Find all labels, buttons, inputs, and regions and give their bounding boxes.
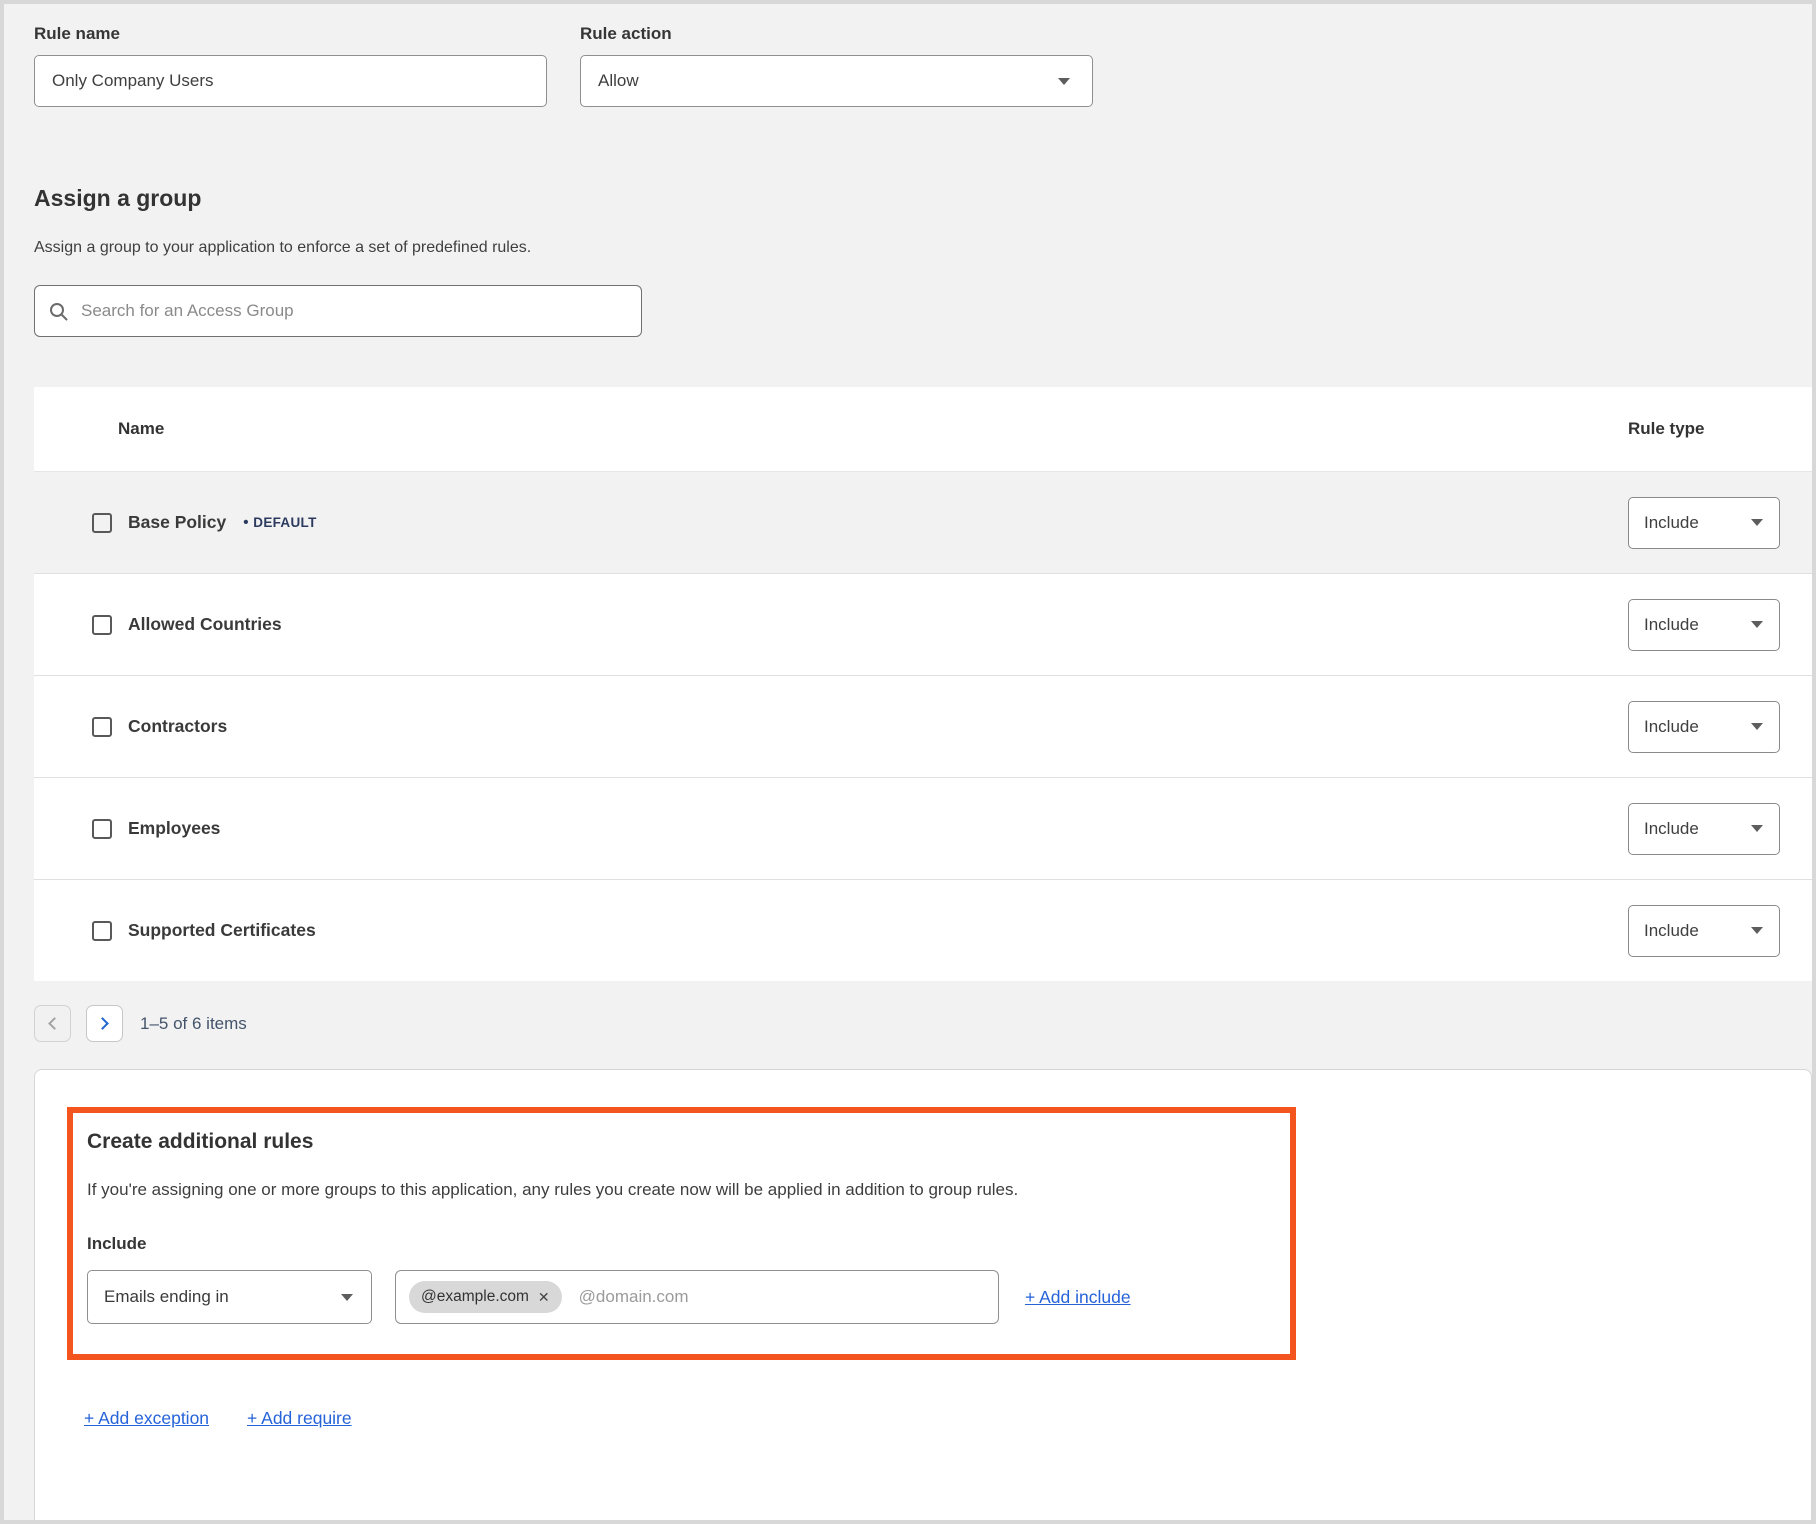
include-rule-controls: Emails ending in @example.com ✕ @domain.… bbox=[87, 1270, 1260, 1324]
chevron-right-icon bbox=[96, 1017, 109, 1030]
rule-type-select[interactable]: Include bbox=[1628, 803, 1780, 855]
email-domain-tag-input[interactable]: @example.com ✕ @domain.com bbox=[395, 1270, 999, 1324]
search-input[interactable] bbox=[81, 301, 627, 321]
group-name: Allowed Countries bbox=[128, 614, 282, 635]
table-header: Name Rule type bbox=[34, 387, 1812, 471]
table-row: Supported Certificates Include bbox=[34, 879, 1812, 981]
chip-remove-icon[interactable]: ✕ bbox=[538, 1290, 550, 1304]
assign-group-description: Assign a group to your application to en… bbox=[34, 239, 1812, 257]
rule-type-cell: Include bbox=[1628, 905, 1784, 957]
access-groups-table: Name Rule type Base Policy DEFAULT Inclu… bbox=[34, 387, 1812, 981]
row-label-group: Employees bbox=[34, 818, 1628, 839]
rule-name-label: Rule name bbox=[34, 24, 547, 44]
additional-rules-title: Create additional rules bbox=[87, 1130, 1260, 1154]
tag-input-placeholder: @domain.com bbox=[579, 1287, 689, 1307]
chevron-down-icon bbox=[1751, 825, 1763, 832]
rule-action-select[interactable]: Allow bbox=[580, 55, 1093, 107]
column-header-rule-type: Rule type bbox=[1628, 419, 1784, 439]
pagination-summary: 1–5 of 6 items bbox=[140, 1014, 247, 1034]
row-label-group: Contractors bbox=[34, 716, 1628, 737]
chevron-down-icon bbox=[341, 1294, 353, 1301]
rule-type-value: Include bbox=[1644, 717, 1699, 737]
table-row: Employees Include bbox=[34, 777, 1812, 879]
row-label-group: Allowed Countries bbox=[34, 614, 1628, 635]
rule-type-cell: Include bbox=[1628, 497, 1784, 549]
row-checkbox[interactable] bbox=[92, 717, 112, 737]
rule-type-value: Include bbox=[1644, 615, 1699, 635]
row-label-group: Supported Certificates bbox=[34, 920, 1628, 941]
access-group-search[interactable] bbox=[34, 285, 642, 337]
highlight-outline: Create additional rules If you're assign… bbox=[67, 1107, 1296, 1360]
rule-action-label: Rule action bbox=[580, 24, 1093, 44]
group-name: Contractors bbox=[128, 716, 227, 737]
email-domain-chip: @example.com ✕ bbox=[409, 1281, 562, 1313]
rule-name-input[interactable] bbox=[34, 55, 547, 107]
rule-selector-select[interactable]: Emails ending in bbox=[87, 1270, 372, 1324]
rule-type-select[interactable]: Include bbox=[1628, 701, 1780, 753]
add-require-link[interactable]: + Add require bbox=[247, 1408, 352, 1429]
table-row: Allowed Countries Include bbox=[34, 573, 1812, 675]
rule-type-select[interactable]: Include bbox=[1628, 905, 1780, 957]
table-row: Base Policy DEFAULT Include bbox=[34, 471, 1812, 573]
rule-action-field-group: Rule action Allow bbox=[580, 18, 1093, 107]
rule-links-row: + Add exception + Add require bbox=[84, 1408, 1811, 1429]
rule-name-field-group: Rule name bbox=[34, 18, 547, 107]
pagination: 1–5 of 6 items bbox=[34, 1005, 1812, 1042]
row-checkbox[interactable] bbox=[92, 921, 112, 941]
chevron-left-icon bbox=[48, 1017, 61, 1030]
rule-form: Rule name Rule action Allow bbox=[34, 4, 1812, 107]
rule-type-cell: Include bbox=[1628, 599, 1784, 651]
row-checkbox[interactable] bbox=[92, 819, 112, 839]
default-badge: DEFAULT bbox=[243, 514, 316, 531]
chevron-down-icon bbox=[1751, 723, 1763, 730]
search-icon bbox=[49, 302, 68, 321]
chip-label: @example.com bbox=[421, 1288, 529, 1306]
row-checkbox[interactable] bbox=[92, 615, 112, 635]
previous-page-button[interactable] bbox=[34, 1005, 71, 1042]
chevron-down-icon bbox=[1751, 621, 1763, 628]
rule-type-select[interactable]: Include bbox=[1628, 497, 1780, 549]
row-label-group: Base Policy DEFAULT bbox=[34, 512, 1628, 533]
table-row: Contractors Include bbox=[34, 675, 1812, 777]
next-page-button[interactable] bbox=[86, 1005, 123, 1042]
row-checkbox[interactable] bbox=[92, 513, 112, 533]
add-include-link[interactable]: + Add include bbox=[1025, 1287, 1131, 1308]
rule-type-cell: Include bbox=[1628, 803, 1784, 855]
add-exception-link[interactable]: + Add exception bbox=[84, 1408, 209, 1429]
chevron-down-icon bbox=[1751, 927, 1763, 934]
group-name: Employees bbox=[128, 818, 220, 839]
rule-action-value: Allow bbox=[598, 71, 639, 91]
group-name: Supported Certificates bbox=[128, 920, 316, 941]
include-label: Include bbox=[87, 1234, 1260, 1254]
rule-type-cell: Include bbox=[1628, 701, 1784, 753]
rule-type-value: Include bbox=[1644, 921, 1699, 941]
chevron-down-icon bbox=[1751, 519, 1763, 526]
column-header-name: Name bbox=[34, 419, 1628, 439]
chevron-down-icon bbox=[1058, 78, 1070, 85]
rule-type-value: Include bbox=[1644, 819, 1699, 839]
group-name: Base Policy bbox=[128, 512, 226, 533]
additional-rules-panel: Create additional rules If you're assign… bbox=[34, 1069, 1812, 1524]
rule-type-select[interactable]: Include bbox=[1628, 599, 1780, 651]
access-rule-settings-page: Rule name Rule action Allow Assign a gro… bbox=[0, 0, 1816, 1524]
additional-rules-description: If you're assigning one or more groups t… bbox=[87, 1180, 1260, 1200]
rule-selector-value: Emails ending in bbox=[104, 1287, 229, 1307]
rule-type-value: Include bbox=[1644, 513, 1699, 533]
assign-group-title: Assign a group bbox=[34, 185, 1812, 212]
